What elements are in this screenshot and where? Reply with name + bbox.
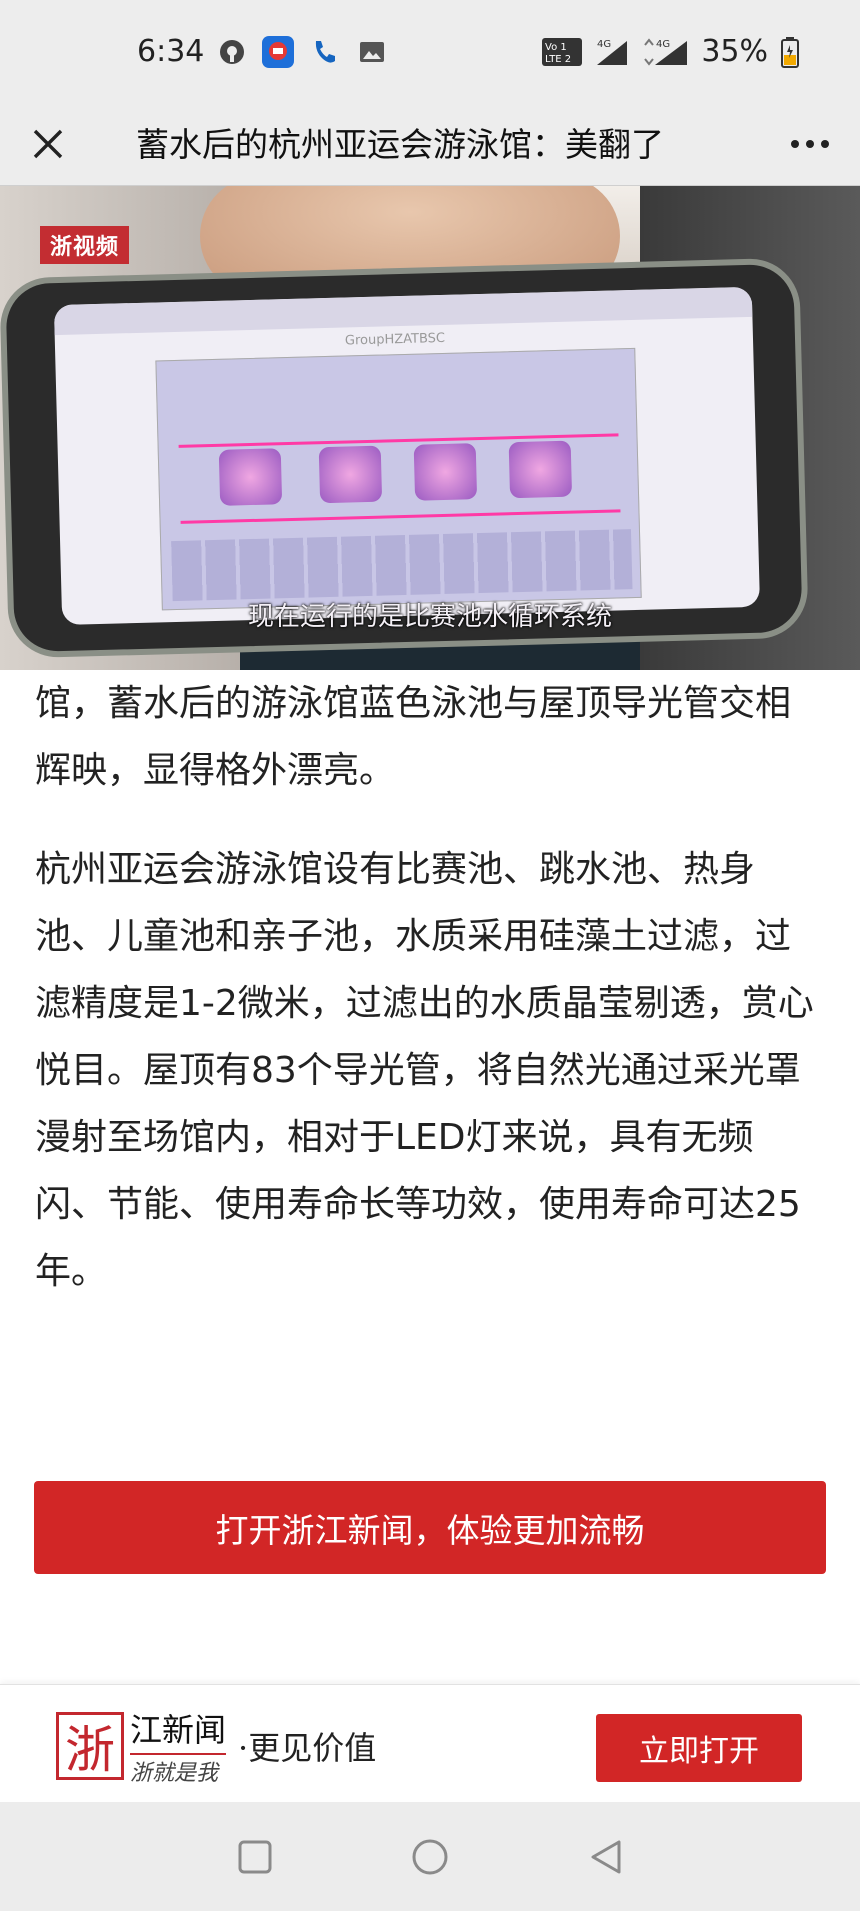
banner-slogan: ·更见价值 [238,1729,377,1767]
square-icon [238,1840,272,1874]
filter-tank [508,440,573,499]
banner-app-name: 江新闻 浙就是我 [130,1705,227,1787]
close-icon [33,129,63,159]
article-cut-text: 4月27日，记者探营杭州亚运会游泳馆，蓄水后的游泳 [35,654,825,670]
article-cut-line: 4月27日，记者探营杭州亚运会游泳馆，蓄水后的游泳 [35,654,825,670]
control-grid [171,529,633,602]
svg-text:LTE 2: LTE 2 [545,54,571,65]
article-paragraph: 杭州亚运会游泳馆设有比赛池、跳水池、热身池、儿童池和亲子池，水质采用硅藻土过滤，… [35,849,814,1292]
signal-2-icon: 4G [644,37,688,66]
filter-tank [413,443,478,501]
more-icon [791,140,829,148]
status-bar: 6:34 Vo 1 LTE 2 4G 4G 35% [0,0,860,104]
phone-screen: GroupHZATBSC [53,286,761,626]
recents-button[interactable] [228,1830,282,1884]
status-time: 6:34 [137,34,205,69]
banner-logo: 浙 江新闻 浙就是我 ·更见价值 [56,1705,376,1787]
svg-text:Vo 1: Vo 1 [545,42,567,53]
phone-screen-status [53,286,753,336]
app-tagline: 浙就是我 [130,1761,219,1786]
app-banner: 浙 江新闻 浙就是我 ·更见价值 立即打开 [0,1684,860,1802]
app-name: 江新闻 [130,1705,227,1755]
pipe-line [180,509,621,524]
status-right: Vo 1 LTE 2 4G 4G 35% [541,34,800,69]
title-bar: 蓄水后的杭州亚运会游泳馆：美翻了 [0,104,860,186]
video-logo: 浙视频 [40,226,130,264]
more-button[interactable] [780,116,840,172]
phone-screen-title: GroupHZATBSC [344,330,446,349]
video-subtitle: 现在运行的是比赛池水循环系统 [247,602,612,632]
close-button[interactable] [20,116,76,172]
circle-icon [412,1839,448,1875]
railway-app-icon [262,36,294,68]
water-system-diagram [155,347,642,611]
article-paragraph: 馆，蓄水后的游泳馆蓝色泳池与屋顶导光管交相辉映，显得格外漂亮。 [35,683,792,791]
image-icon [360,42,384,62]
home-button[interactable] [403,1830,457,1884]
video-player[interactable]: GroupHZATBSC 浙视频 现在运行的是比赛池水循环系统 [0,186,860,670]
battery-icon [781,36,799,68]
page-title: 蓄水后的杭州亚运会游泳馆：美翻了 [136,125,664,164]
phone-icon [315,41,335,63]
svg-text:4G: 4G [656,39,670,50]
volte-icon: Vo 1LTE 2 [542,37,583,66]
signal-1-icon: 4G [597,39,628,65]
logo-mark: 浙 [56,1712,124,1780]
back-button[interactable] [580,1830,634,1884]
filter-tank [218,448,283,506]
location-icon [220,40,244,64]
filter-tank [318,445,383,504]
svg-text:4G: 4G [597,39,611,50]
article-body: 馆，蓄水后的游泳馆蓝色泳池与屋顶导光管交相辉映，显得格外漂亮。 杭州亚运会游泳馆… [35,670,825,1337]
battery-percent: 35% [701,34,768,69]
open-now-button[interactable]: 立即打开 [596,1714,802,1782]
back-triangle-icon [591,1840,621,1874]
navigation-bar [0,1802,860,1911]
open-app-button[interactable]: 打开浙江新闻，体验更加流畅 [34,1481,826,1574]
